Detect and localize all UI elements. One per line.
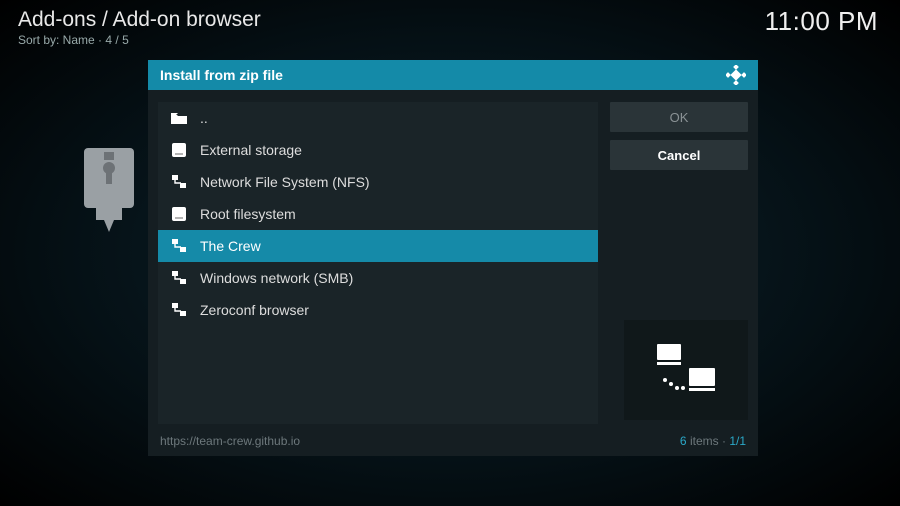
status-path: https://team-crew.github.io [160,434,300,448]
status-count: 6 items · 1/1 [680,434,746,448]
ok-button[interactable]: OK [610,102,748,132]
file-item-label: External storage [200,142,302,158]
network-share-icon [651,340,721,400]
page-title: Add-ons / Add-on browser [18,8,261,32]
dialog-title: Install from zip file [160,67,283,83]
preview-thumbnail [624,320,748,420]
dialog-side-panel: OK Cancel [610,102,748,424]
file-item-label: The Crew [200,238,261,254]
network-icon [170,301,188,319]
drive-icon [170,141,188,159]
status-bar: https://team-crew.github.io 6 items · 1/… [148,430,758,456]
file-item[interactable]: Network File System (NFS) [158,166,598,198]
file-item[interactable]: .. [158,102,598,134]
file-item-label: Windows network (SMB) [200,270,353,286]
file-item-label: Root filesystem [200,206,296,222]
file-item[interactable]: Windows network (SMB) [158,262,598,294]
dialog-titlebar: Install from zip file [148,60,758,90]
cancel-button[interactable]: Cancel [610,140,748,170]
file-item[interactable]: Zeroconf browser [158,294,598,326]
file-item[interactable]: Root filesystem [158,198,598,230]
network-icon [170,173,188,191]
window-header: Add-ons / Add-on browser Sort by: Name ·… [18,8,261,47]
network-icon [170,269,188,287]
file-item-label: Zeroconf browser [200,302,309,318]
drive-icon [170,205,188,223]
file-item-label: .. [200,110,208,126]
zip-file-icon [84,148,142,234]
position-label: 4 / 5 [105,33,128,47]
file-item[interactable]: The Crew [158,230,598,262]
file-list[interactable]: .. External storage Network File System (N… [158,102,598,424]
sort-label: Sort by: Name [18,33,95,47]
network-icon [170,237,188,255]
folder-up-icon [170,109,188,127]
install-zip-dialog: Install from zip file .. External storage… [148,60,758,456]
dialog-body: .. External storage Network File System (N… [148,90,758,430]
file-item[interactable]: External storage [158,134,598,166]
kodi-logo-icon [726,65,746,85]
clock: 11:00 PM [765,6,878,37]
sort-info: Sort by: Name · 4 / 5 [18,33,261,47]
file-item-label: Network File System (NFS) [200,174,370,190]
